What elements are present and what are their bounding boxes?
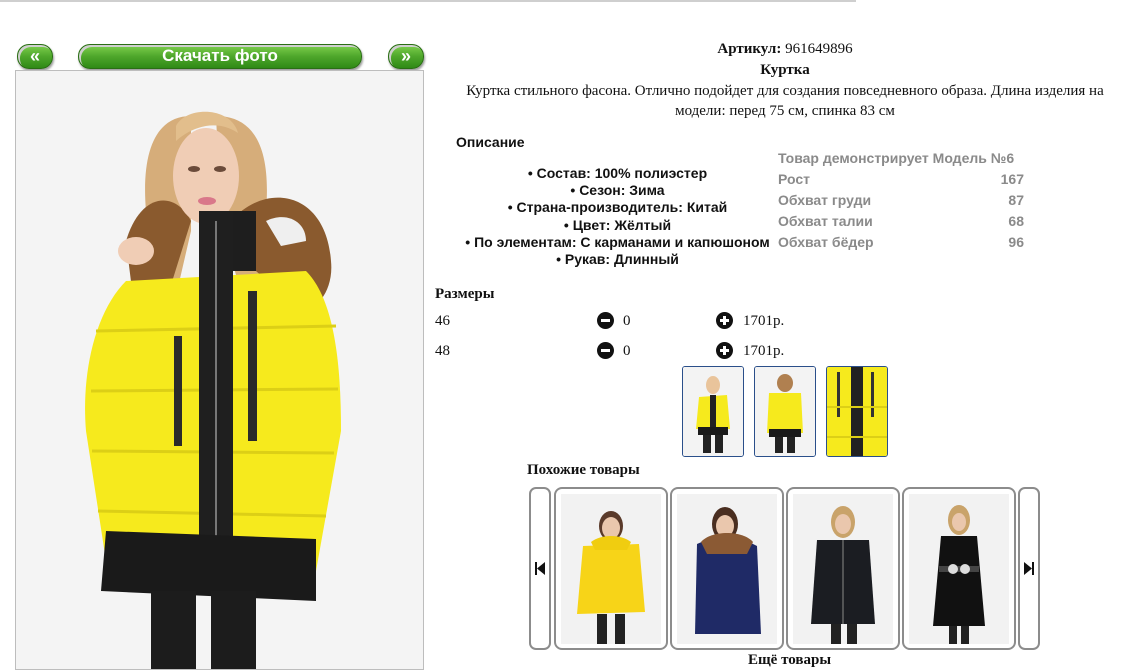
quantity-value: 0 bbox=[623, 343, 631, 359]
measurement-label: Обхват груди bbox=[778, 192, 872, 208]
similar-product-image bbox=[561, 494, 661, 644]
size-value: 46 bbox=[435, 313, 450, 329]
article-label: Артикул: bbox=[717, 41, 782, 57]
description-heading: Описание bbox=[456, 134, 525, 150]
top-divider bbox=[0, 0, 856, 2]
photo-thumbnail[interactable] bbox=[826, 366, 888, 457]
measurement-value: 96 bbox=[1008, 234, 1024, 250]
size-row: 48 0 1701р. bbox=[435, 340, 835, 362]
measurement-label: Рост bbox=[778, 171, 810, 187]
skip-forward-icon bbox=[1024, 562, 1034, 575]
similar-product-card[interactable] bbox=[902, 487, 1016, 650]
similar-product-card[interactable] bbox=[554, 487, 668, 650]
size-value: 48 bbox=[435, 343, 450, 359]
photo-thumbnail[interactable] bbox=[754, 366, 816, 457]
measurement-row: Обхват бёдер 96 bbox=[778, 234, 1024, 255]
sizes-heading: Размеры bbox=[435, 286, 495, 302]
measurement-row: Рост 167 bbox=[778, 171, 1024, 192]
thumbnail-image bbox=[755, 367, 815, 456]
measurement-row: Обхват груди 87 bbox=[778, 192, 1024, 213]
plus-circle-icon[interactable] bbox=[716, 312, 733, 329]
carousel-prev-button[interactable] bbox=[529, 487, 551, 650]
measurement-value: 87 bbox=[1008, 192, 1024, 208]
spec-item: Состав: 100% полиэстер bbox=[445, 165, 790, 182]
model-yellow-jacket-image bbox=[16, 71, 423, 669]
article-line: Артикул: 961649896 bbox=[435, 41, 1132, 58]
download-photo-button[interactable]: Скачать фото bbox=[78, 44, 362, 69]
measurement-value: 68 bbox=[1008, 213, 1024, 229]
main-product-photo[interactable] bbox=[15, 70, 424, 670]
minus-circle-icon[interactable] bbox=[597, 342, 614, 359]
spec-item: По элементам: С карманами и капюшоном bbox=[445, 234, 790, 251]
model-title-row: Товар демонстрирует Модель №6 bbox=[778, 150, 1024, 171]
next-photo-button[interactable]: » bbox=[388, 44, 424, 69]
similar-product-image bbox=[909, 494, 1009, 644]
measurement-row: Обхват талии 68 bbox=[778, 213, 1024, 234]
spec-item: Цвет: Жёлтый bbox=[445, 217, 790, 234]
thumbnail-image bbox=[683, 367, 743, 456]
measurement-value: 167 bbox=[1000, 171, 1024, 187]
similar-products-heading: Похожие товары bbox=[527, 462, 640, 478]
price-value: 1701р. bbox=[743, 343, 785, 359]
model-measurements: Товар демонстрирует Модель №6 Рост 167 Об… bbox=[778, 150, 1024, 255]
prev-photo-button[interactable]: « bbox=[17, 44, 53, 69]
measurement-label: Обхват талии bbox=[778, 213, 873, 229]
spec-item: Страна-производитель: Китай bbox=[445, 199, 790, 216]
spec-list: Состав: 100% полиэстер Сезон: Зима Стран… bbox=[445, 165, 790, 268]
similar-product-card[interactable] bbox=[786, 487, 900, 650]
spec-item: Рукав: Длинный bbox=[445, 251, 790, 268]
plus-circle-icon[interactable] bbox=[716, 342, 733, 359]
quantity-value: 0 bbox=[623, 313, 631, 329]
measurement-label: Обхват бёдер bbox=[778, 234, 874, 250]
similar-product-image bbox=[793, 494, 893, 644]
skip-back-icon bbox=[535, 562, 545, 575]
photo-thumbnail[interactable] bbox=[682, 366, 744, 457]
minus-circle-icon[interactable] bbox=[597, 312, 614, 329]
size-row: 46 0 1701р. bbox=[435, 310, 835, 332]
spec-item: Сезон: Зима bbox=[445, 182, 790, 199]
carousel-next-button[interactable] bbox=[1018, 487, 1040, 650]
product-description: Куртка стильного фасона. Отлично подойде… bbox=[466, 83, 1104, 119]
product-name: Куртка bbox=[760, 62, 810, 78]
similar-product-image bbox=[677, 494, 777, 644]
price-value: 1701р. bbox=[743, 313, 785, 329]
thumbnail-image bbox=[827, 367, 887, 456]
model-title: Товар демонстрирует Модель №6 bbox=[778, 150, 1015, 166]
similar-product-card[interactable] bbox=[670, 487, 784, 650]
article-value: 961649896 bbox=[785, 41, 853, 57]
